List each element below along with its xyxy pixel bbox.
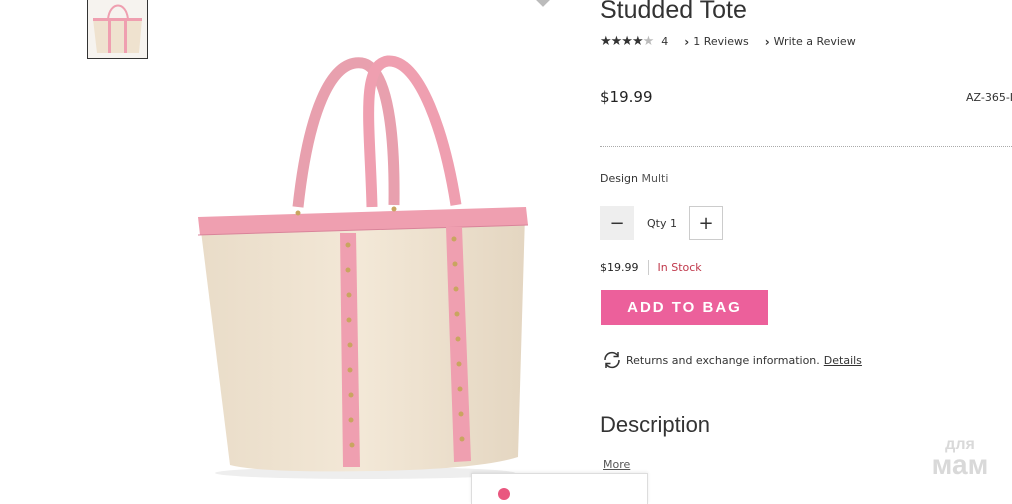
- refresh-icon: [604, 351, 620, 369]
- returns-details-link[interactable]: Details: [824, 354, 862, 367]
- returns-text: Returns and exchange information.: [626, 353, 820, 367]
- stock-row: $19.99 In Stock: [600, 260, 702, 275]
- chevron-right-icon: ›: [764, 34, 770, 49]
- write-review-link[interactable]: › Write a Review: [765, 35, 856, 49]
- carousel-pointer: [533, 0, 553, 7]
- design-value: Multi: [641, 172, 669, 185]
- rating-row: ★★★★★ 4 › 1 Reviews › Write a Review: [600, 34, 856, 49]
- rating-count: 4: [661, 35, 669, 48]
- chevron-right-icon: ›: [684, 34, 690, 49]
- divider: [600, 146, 1012, 147]
- design-selector: Design Multi: [600, 172, 668, 185]
- plus-icon: +: [698, 212, 714, 234]
- reviews-link[interactable]: › 1 Reviews: [684, 35, 748, 49]
- product-price: $19.99: [600, 88, 653, 106]
- chat-popup[interactable]: [471, 473, 648, 504]
- design-label: Design: [600, 172, 638, 185]
- watermark-logo: для мам: [931, 436, 989, 481]
- returns-info: Returns and exchange information. Detail…: [601, 349, 862, 371]
- qty-display: Qty 1: [647, 216, 677, 230]
- product-image[interactable]: [190, 55, 535, 480]
- stock-status: In Stock: [657, 261, 702, 274]
- decrease-qty-button[interactable]: −: [600, 206, 634, 240]
- product-title: Studded Tote: [600, 0, 747, 24]
- quantity-stepper: − Qty 1 +: [600, 206, 723, 240]
- product-sku: AZ-365-I: [966, 91, 1012, 104]
- chat-icon: [498, 488, 510, 500]
- description-heading: Description: [600, 412, 711, 437]
- minus-icon: −: [609, 212, 625, 234]
- product-thumbnail[interactable]: [87, 0, 148, 59]
- star-rating[interactable]: ★★★★★: [600, 34, 654, 49]
- unit-price: $19.99: [600, 261, 639, 274]
- more-link[interactable]: More: [603, 458, 630, 471]
- divider: [647, 260, 649, 275]
- increase-qty-button[interactable]: +: [688, 206, 723, 240]
- add-to-bag-button[interactable]: ADD TO BAG: [601, 290, 768, 325]
